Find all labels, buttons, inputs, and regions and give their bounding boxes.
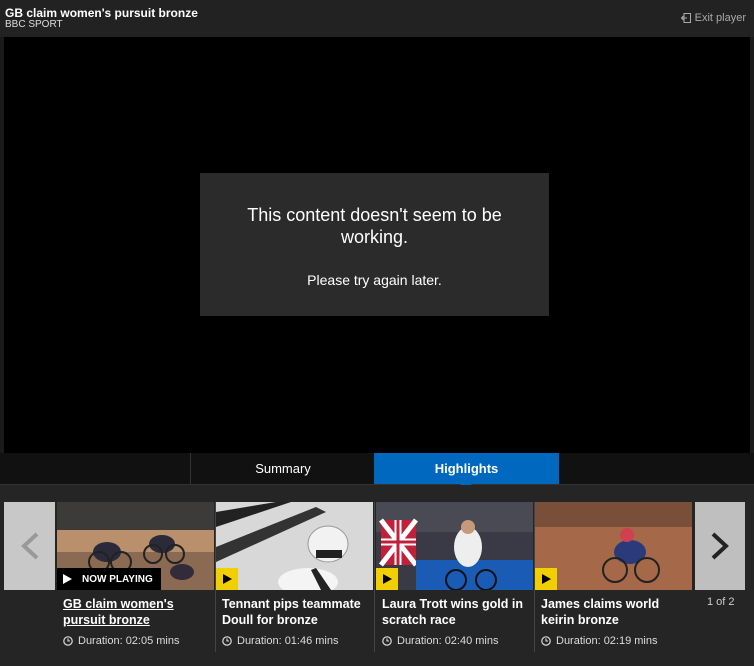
carousel-item-duration: Duration: 01:46 mins (222, 635, 339, 647)
clock-icon (541, 636, 551, 646)
play-icon (222, 574, 232, 584)
carousel-item-title[interactable]: Tennant pips teammate Doull for bronze (216, 590, 374, 628)
clock-icon (63, 636, 73, 646)
play-icon (63, 574, 72, 584)
video-thumbnail[interactable] (376, 502, 533, 590)
carousel-item-title[interactable]: GB claim women's pursuit bronze (57, 590, 215, 628)
player-header: GB claim women's pursuit bronze BBC SPOR… (0, 0, 754, 37)
carousel-next-button[interactable] (695, 502, 745, 590)
highlights-carousel: NOW PLAYING GB claim women's pursuit bro… (0, 485, 754, 666)
play-badge[interactable] (535, 568, 557, 590)
chevron-right-icon (711, 532, 729, 560)
carousel-prev-button[interactable] (4, 502, 55, 590)
play-badge[interactable] (216, 568, 238, 590)
exit-icon (680, 13, 691, 23)
exit-player-button[interactable]: Exit player (680, 12, 746, 24)
carousel-item[interactable]: Tennant pips teammate Doull for bronze D… (216, 502, 375, 652)
tab-highlights[interactable]: Highlights (374, 453, 559, 490)
tab-summary[interactable]: Summary (190, 453, 376, 484)
carousel-item[interactable]: Laura Trott wins gold in scratch race Du… (376, 502, 535, 652)
carousel-item-title[interactable]: Laura Trott wins gold in scratch race (376, 590, 534, 628)
carousel-item-duration: Duration: 02:40 mins (382, 635, 499, 647)
clock-icon (382, 636, 392, 646)
video-title: GB claim women's pursuit bronze (5, 6, 198, 20)
carousel-item-duration: Duration: 02:19 mins (541, 635, 658, 647)
error-subtext: Please try again later. (307, 272, 442, 288)
now-playing-label: NOW PLAYING (82, 573, 153, 585)
now-playing-badge: NOW PLAYING (57, 568, 161, 590)
video-thumbnail[interactable] (216, 502, 373, 590)
carousel-item-title[interactable]: James claims world keirin bronze (535, 590, 693, 628)
error-dialog: This content doesn't seem to be working.… (200, 173, 549, 316)
exit-player-label: Exit player (694, 12, 746, 24)
clock-icon (222, 636, 232, 646)
chevron-left-icon (20, 532, 38, 560)
video-thumbnail[interactable]: NOW PLAYING (57, 502, 214, 590)
play-icon (541, 574, 551, 584)
play-icon (382, 574, 392, 584)
tabs-bar: Summary Highlights (0, 453, 754, 490)
video-source: BBC SPORT (5, 19, 63, 30)
play-badge[interactable] (376, 568, 398, 590)
carousel-item[interactable]: James claims world keirin bronze Duratio… (535, 502, 693, 652)
carousel-item[interactable]: NOW PLAYING GB claim women's pursuit bro… (57, 502, 216, 652)
error-message: This content doesn't seem to be working. (247, 205, 502, 247)
page-indicator: 1 of 2 (707, 596, 735, 608)
video-player[interactable]: This content doesn't seem to be working.… (4, 37, 750, 453)
carousel-item-duration: Duration: 02:05 mins (63, 635, 180, 647)
video-thumbnail[interactable] (535, 502, 692, 590)
